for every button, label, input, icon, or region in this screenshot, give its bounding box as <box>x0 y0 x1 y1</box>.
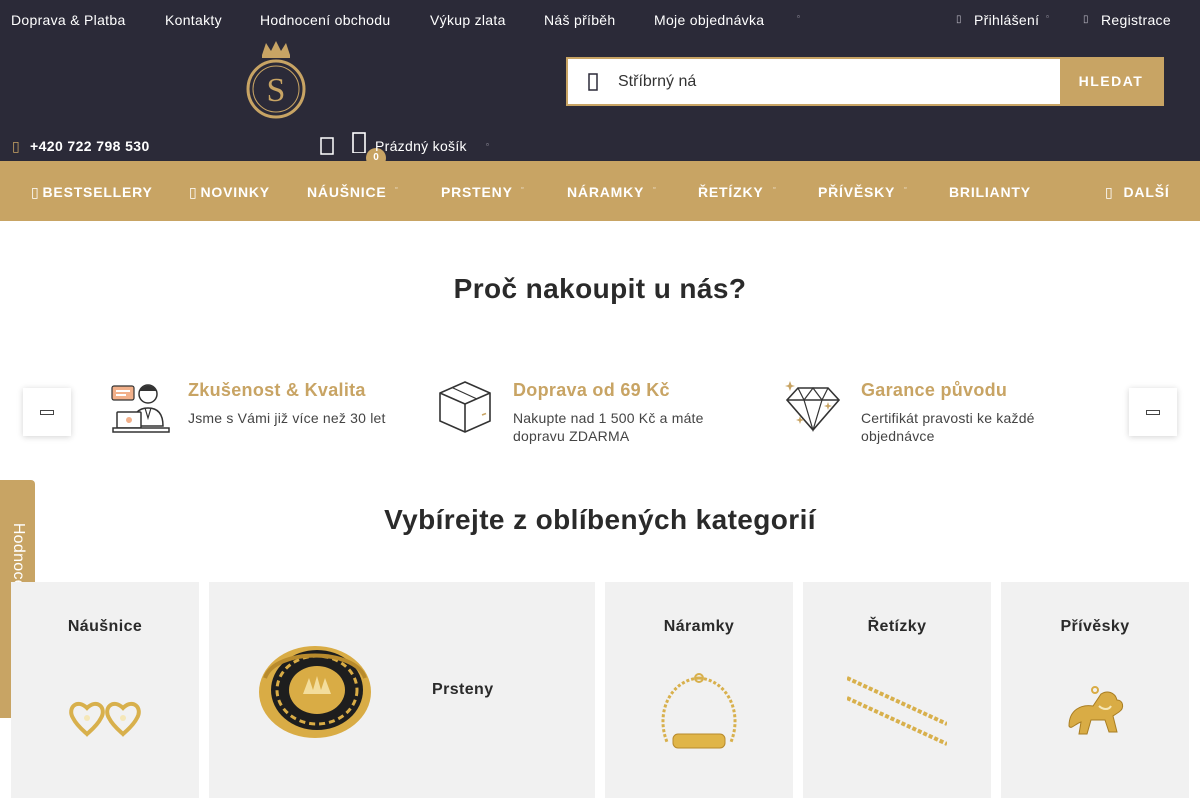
carousel-next-button[interactable] <box>1129 388 1177 436</box>
chevron-down-icon[interactable]: ▫ <box>904 185 906 192</box>
star-icon: ▯ <box>31 184 40 200</box>
search-button[interactable]: HLEDAT <box>1060 59 1162 104</box>
category-card-pendants[interactable]: Přívěsky <box>1001 582 1189 798</box>
category-card-bracelets[interactable]: Náramky <box>605 582 793 798</box>
bracelet-image <box>661 673 737 749</box>
category-card-chains[interactable]: Řetízky <box>803 582 991 798</box>
category-name: Prsteny <box>432 681 494 698</box>
top-bar: Doprava & Platba Kontakty Hodnocení obch… <box>0 0 1200 41</box>
category-card-earrings[interactable]: Náušnice <box>11 582 199 798</box>
chevron-down-icon[interactable]: ▫ <box>521 185 523 192</box>
feature-text: Jsme s Vámi již více než 30 let <box>188 410 386 426</box>
topbar-link-shipping[interactable]: Doprava & Platba <box>11 12 126 28</box>
cart-icon[interactable] <box>351 131 367 154</box>
category-name: Přívěsky <box>1060 618 1130 635</box>
search-icon[interactable] <box>582 71 604 93</box>
topbar-link-my-order[interactable]: Moje objednávka <box>654 12 764 28</box>
cart-label[interactable]: Prázdný košík <box>375 138 467 154</box>
chevron-down-icon[interactable]: ▫ <box>395 185 397 192</box>
nav-item-diamonds[interactable]: BRILIANTY <box>949 184 1031 200</box>
topbar-link-reviews[interactable]: Hodnocení obchodu <box>260 12 390 28</box>
phone-contact[interactable]: ▯ +420 722 798 530 <box>12 138 150 155</box>
pendant-image <box>1068 686 1124 735</box>
nav-item-label: NOVINKY <box>200 184 270 200</box>
ring-image <box>259 646 371 738</box>
category-name: Řetízky <box>867 618 927 635</box>
nav-item-pendants[interactable]: PŘÍVĚSKY <box>818 184 895 200</box>
categories-section-title: Vybírejte z oblíbených kategorií <box>384 504 816 535</box>
svg-text:S: S <box>267 72 286 109</box>
arrow-right-icon <box>1146 410 1160 415</box>
topbar-link-story[interactable]: Náš příběh <box>544 12 615 28</box>
nav-more-label: DALŠÍ <box>1123 184 1170 200</box>
earrings-image <box>69 701 141 737</box>
header: S HLEDAT ▯+420 722 798 530 0 Prázdný koš… <box>0 41 1200 168</box>
why-section-title: Proč nakoupit u nás? <box>453 273 747 304</box>
feature-text: Certifikát pravosti ke každé objednávce <box>861 410 1035 444</box>
feature-title: Garance původu <box>861 380 1008 400</box>
user-icon: ▯ <box>956 14 962 25</box>
topbar-link-contacts[interactable]: Kontakty <box>165 12 222 28</box>
nav-item-news[interactable]: ▯ NOVINKY <box>189 184 270 201</box>
nav-item-rings[interactable]: PRSTENY <box>441 184 513 200</box>
new-icon: ▯ <box>189 184 198 200</box>
register-link[interactable]: Registrace <box>1101 12 1171 28</box>
category-name: Náušnice <box>67 618 143 635</box>
category-card-rings[interactable]: Prsteny <box>209 582 595 798</box>
support-person-icon <box>111 384 170 433</box>
nav-item-bracelets[interactable]: NÁRAMKY <box>567 184 644 200</box>
search-bar: HLEDAT <box>566 57 1164 106</box>
nav-item-earrings[interactable]: NÁUŠNICE <box>307 184 387 200</box>
nav-item-label: BESTSELLERY <box>42 184 153 200</box>
phone-icon: ▯ <box>12 138 21 154</box>
category-name: Náramky <box>663 618 735 635</box>
search-input[interactable] <box>618 59 1058 104</box>
more-links-icon[interactable]: ▫ <box>797 12 800 21</box>
cart-chevron-icon[interactable]: ▫ <box>486 140 489 149</box>
carousel-prev-button[interactable] <box>23 388 71 436</box>
feature-title: Doprava od 69 Kč <box>513 380 670 400</box>
nav-item-chains[interactable]: ŘETÍZKY <box>698 184 764 200</box>
nav-item-bestsellers[interactable]: ▯ BESTSELLERY <box>31 184 153 201</box>
feature-title: Zkušenost & Kvalita <box>188 380 366 400</box>
register-icon: ▯ <box>1083 14 1089 25</box>
nav-more-button[interactable]: ▯ DALŠÍ <box>1105 184 1170 201</box>
package-box-icon <box>439 381 491 433</box>
login-chevron-icon[interactable]: ▫ <box>1046 12 1049 21</box>
menu-icon: ▯ <box>1105 184 1114 200</box>
chain-image <box>847 676 947 746</box>
diamond-icon <box>785 381 841 433</box>
login-link[interactable]: Přihlášení <box>974 12 1039 28</box>
feature-text: Nakupte nad 1 500 Kč a máte dopravu ZDAR… <box>513 410 704 444</box>
favorites-icon[interactable] <box>318 135 336 155</box>
chevron-down-icon[interactable]: ▫ <box>773 185 775 192</box>
logo-emblem-icon: S <box>246 41 306 119</box>
phone-number: +420 722 798 530 <box>30 138 150 154</box>
arrow-left-icon <box>40 410 54 415</box>
topbar-link-gold-buyout[interactable]: Výkup zlata <box>430 12 506 28</box>
chevron-down-icon[interactable]: ▫ <box>653 185 655 192</box>
main-nav: ▯ BESTSELLERY ▯ NOVINKY NÁUŠNICE ▫ PRSTENY… <box>0 161 1200 221</box>
store-logo[interactable]: S <box>240 41 312 123</box>
